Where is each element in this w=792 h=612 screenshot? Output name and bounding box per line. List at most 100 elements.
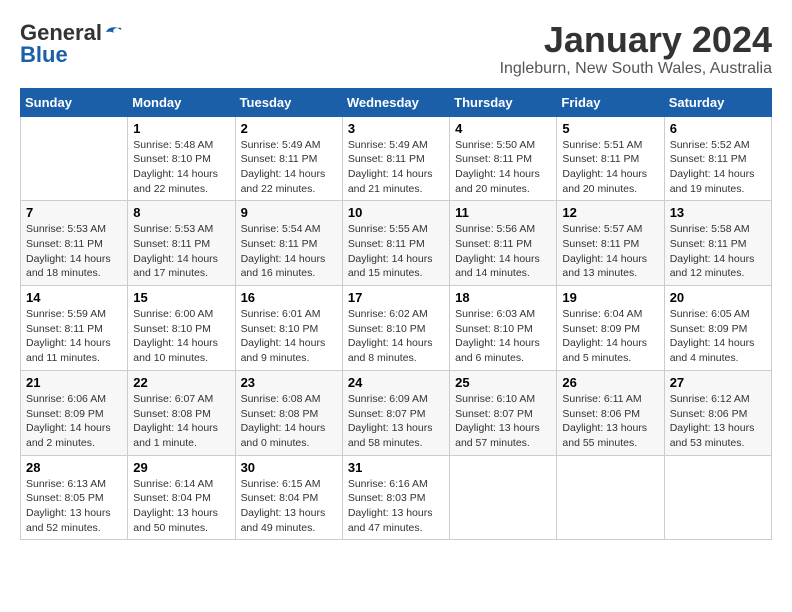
day-info: Sunrise: 6:16 AMSunset: 8:03 PMDaylight:… <box>348 477 444 536</box>
calendar-cell: 18Sunrise: 6:03 AMSunset: 8:10 PMDayligh… <box>450 286 557 371</box>
calendar-cell: 11 Sunrise: 5:56 AMSunset: 8:11 PMDayligh… <box>450 201 557 286</box>
day-info: Sunrise: 6:02 AMSunset: 8:10 PMDaylight:… <box>348 307 444 366</box>
day-header-friday: Friday <box>557 88 664 116</box>
day-info: Sunrise: 6:12 AMSunset: 8:06 PMDaylight:… <box>670 392 766 451</box>
calendar-week-4: 21Sunrise: 6:06 AMSunset: 8:09 PMDayligh… <box>21 370 772 455</box>
day-number: 22 <box>133 375 229 390</box>
day-info: Sunrise: 5:54 AMSunset: 8:11 PMDaylight:… <box>241 222 337 281</box>
day-info: Sunrise: 5:56 AMSunset: 8:11 PMDaylight:… <box>455 222 551 281</box>
day-info: Sunrise: 6:01 AMSunset: 8:10 PMDaylight:… <box>241 307 337 366</box>
calendar-cell: 16Sunrise: 6:01 AMSunset: 8:10 PMDayligh… <box>235 286 342 371</box>
calendar-cell: 28 Sunrise: 6:13 AMSunset: 8:05 PMDayligh… <box>21 455 128 540</box>
calendar-week-2: 7 Sunrise: 5:53 AMSunset: 8:11 PMDaylight… <box>21 201 772 286</box>
day-number: 12 <box>562 205 658 220</box>
day-info: Sunrise: 5:55 AMSunset: 8:11 PMDaylight:… <box>348 222 444 281</box>
day-info: Sunrise: 5:53 AMSunset: 8:11 PMDaylight:… <box>133 222 229 281</box>
calendar-cell: 24Sunrise: 6:09 AMSunset: 8:07 PMDayligh… <box>342 370 449 455</box>
calendar-cell: 5 Sunrise: 5:51 AMSunset: 8:11 PMDaylight… <box>557 116 664 201</box>
day-number: 4 <box>455 121 551 136</box>
day-number: 15 <box>133 290 229 305</box>
calendar-cell: 2 Sunrise: 5:49 AMSunset: 8:11 PMDaylight… <box>235 116 342 201</box>
day-info: Sunrise: 6:00 AMSunset: 8:10 PMDaylight:… <box>133 307 229 366</box>
day-number: 27 <box>670 375 766 390</box>
day-info: Sunrise: 5:57 AMSunset: 8:11 PMDaylight:… <box>562 222 658 281</box>
day-number: 25 <box>455 375 551 390</box>
logo-bird-icon <box>104 24 122 38</box>
day-info: Sunrise: 6:10 AMSunset: 8:07 PMDaylight:… <box>455 392 551 451</box>
day-number: 29 <box>133 460 229 475</box>
calendar-cell: 29 Sunrise: 6:14 AMSunset: 8:04 PMDayligh… <box>128 455 235 540</box>
day-info: Sunrise: 6:05 AMSunset: 8:09 PMDaylight:… <box>670 307 766 366</box>
day-number: 19 <box>562 290 658 305</box>
calendar-cell <box>450 455 557 540</box>
day-number: 31 <box>348 460 444 475</box>
calendar-cell: 31 Sunrise: 6:16 AMSunset: 8:03 PMDayligh… <box>342 455 449 540</box>
calendar-cell: 30Sunrise: 6:15 AMSunset: 8:04 PMDayligh… <box>235 455 342 540</box>
day-number: 23 <box>241 375 337 390</box>
day-info: Sunrise: 5:49 AMSunset: 8:11 PMDaylight:… <box>241 138 337 197</box>
calendar-subtitle: Ingleburn, New South Wales, Australia <box>500 60 772 78</box>
calendar-cell: 20 Sunrise: 6:05 AMSunset: 8:09 PMDayligh… <box>664 286 771 371</box>
day-number: 6 <box>670 121 766 136</box>
day-number: 20 <box>670 290 766 305</box>
calendar-cell: 22 Sunrise: 6:07 AMSunset: 8:08 PMDayligh… <box>128 370 235 455</box>
day-number: 28 <box>26 460 122 475</box>
calendar-cell: 9Sunrise: 5:54 AMSunset: 8:11 PMDaylight… <box>235 201 342 286</box>
calendar-week-5: 28 Sunrise: 6:13 AMSunset: 8:05 PMDayligh… <box>21 455 772 540</box>
calendar-cell: 17Sunrise: 6:02 AMSunset: 8:10 PMDayligh… <box>342 286 449 371</box>
calendar-cell: 13 Sunrise: 5:58 AMSunset: 8:11 PMDayligh… <box>664 201 771 286</box>
day-number: 14 <box>26 290 122 305</box>
logo-blue: Blue <box>20 42 68 68</box>
day-info: Sunrise: 6:08 AMSunset: 8:08 PMDaylight:… <box>241 392 337 451</box>
day-info: Sunrise: 5:49 AMSunset: 8:11 PMDaylight:… <box>348 138 444 197</box>
day-info: Sunrise: 5:59 AMSunset: 8:11 PMDaylight:… <box>26 307 122 366</box>
day-header-saturday: Saturday <box>664 88 771 116</box>
calendar-cell: 1Sunrise: 5:48 AMSunset: 8:10 PMDaylight… <box>128 116 235 201</box>
day-info: Sunrise: 6:14 AMSunset: 8:04 PMDaylight:… <box>133 477 229 536</box>
calendar-cell <box>21 116 128 201</box>
day-info: Sunrise: 5:50 AMSunset: 8:11 PMDaylight:… <box>455 138 551 197</box>
day-number: 7 <box>26 205 122 220</box>
day-header-wednesday: Wednesday <box>342 88 449 116</box>
calendar-cell <box>557 455 664 540</box>
day-info: Sunrise: 6:07 AMSunset: 8:08 PMDaylight:… <box>133 392 229 451</box>
day-number: 13 <box>670 205 766 220</box>
calendar-header-row: SundayMondayTuesdayWednesdayThursdayFrid… <box>21 88 772 116</box>
calendar-cell: 4 Sunrise: 5:50 AMSunset: 8:11 PMDaylight… <box>450 116 557 201</box>
calendar-cell: 21Sunrise: 6:06 AMSunset: 8:09 PMDayligh… <box>21 370 128 455</box>
day-number: 2 <box>241 121 337 136</box>
title-block: January 2024 Ingleburn, New South Wales,… <box>500 20 772 78</box>
day-number: 11 <box>455 205 551 220</box>
day-info: Sunrise: 6:04 AMSunset: 8:09 PMDaylight:… <box>562 307 658 366</box>
day-info: Sunrise: 5:51 AMSunset: 8:11 PMDaylight:… <box>562 138 658 197</box>
day-info: Sunrise: 6:11 AMSunset: 8:06 PMDaylight:… <box>562 392 658 451</box>
calendar-week-3: 14 Sunrise: 5:59 AMSunset: 8:11 PMDayligh… <box>21 286 772 371</box>
calendar-cell: 14 Sunrise: 5:59 AMSunset: 8:11 PMDayligh… <box>21 286 128 371</box>
logo: General Blue <box>20 20 122 68</box>
day-number: 26 <box>562 375 658 390</box>
calendar-cell: 15 Sunrise: 6:00 AMSunset: 8:10 PMDayligh… <box>128 286 235 371</box>
day-number: 10 <box>348 205 444 220</box>
day-number: 21 <box>26 375 122 390</box>
day-number: 3 <box>348 121 444 136</box>
day-info: Sunrise: 5:58 AMSunset: 8:11 PMDaylight:… <box>670 222 766 281</box>
day-header-monday: Monday <box>128 88 235 116</box>
calendar-title: January 2024 <box>500 20 772 60</box>
day-number: 5 <box>562 121 658 136</box>
calendar-cell: 25 Sunrise: 6:10 AMSunset: 8:07 PMDayligh… <box>450 370 557 455</box>
day-info: Sunrise: 6:13 AMSunset: 8:05 PMDaylight:… <box>26 477 122 536</box>
day-number: 24 <box>348 375 444 390</box>
day-info: Sunrise: 5:48 AMSunset: 8:10 PMDaylight:… <box>133 138 229 197</box>
calendar-cell: 27 Sunrise: 6:12 AMSunset: 8:06 PMDayligh… <box>664 370 771 455</box>
day-info: Sunrise: 5:53 AMSunset: 8:11 PMDaylight:… <box>26 222 122 281</box>
calendar-cell: 3 Sunrise: 5:49 AMSunset: 8:11 PMDaylight… <box>342 116 449 201</box>
calendar-cell: 7 Sunrise: 5:53 AMSunset: 8:11 PMDaylight… <box>21 201 128 286</box>
day-number: 8 <box>133 205 229 220</box>
calendar-table: SundayMondayTuesdayWednesdayThursdayFrid… <box>20 88 772 541</box>
day-number: 30 <box>241 460 337 475</box>
day-header-tuesday: Tuesday <box>235 88 342 116</box>
page-header: General Blue January 2024 Ingleburn, New… <box>20 20 772 78</box>
calendar-cell: 23 Sunrise: 6:08 AMSunset: 8:08 PMDayligh… <box>235 370 342 455</box>
calendar-cell: 26 Sunrise: 6:11 AMSunset: 8:06 PMDayligh… <box>557 370 664 455</box>
calendar-cell: 10 Sunrise: 5:55 AMSunset: 8:11 PMDayligh… <box>342 201 449 286</box>
